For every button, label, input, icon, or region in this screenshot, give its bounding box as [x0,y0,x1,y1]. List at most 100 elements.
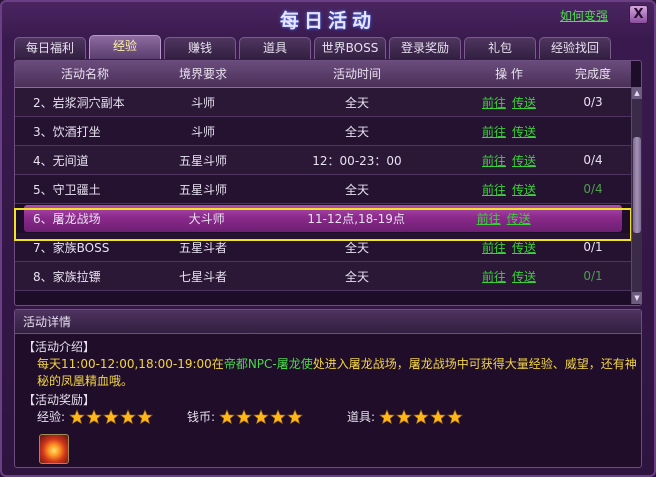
row-requirement: 五星斗师 [178,153,227,168]
row-completion: 0/4 [583,153,603,167]
row-completion: 0/1 [583,269,603,283]
row-completion: 0/4 [583,182,603,196]
close-icon: X [633,7,644,22]
row-requirement: 七星斗者 [178,269,227,284]
row-completion: 0/3 [583,95,603,109]
header-name: 活动名称 [60,67,109,81]
row-time: 12：00-23：00 [312,153,402,168]
star-rating [69,408,154,425]
row-requirement: 斗师 [190,95,215,110]
phoenix-blood-icon[interactable] [39,434,69,464]
go-link[interactable]: 前往 [482,152,506,169]
row-name: 5、守卫疆土 [33,182,101,197]
scroll-thumb[interactable] [633,137,641,233]
row-time: 11-12点,18-19点 [307,212,405,226]
daily-activity-window: 每日活动 如何变强 X 每日福利 经验 赚钱 道具 世界BOSS 登录奖励 礼包… [0,0,656,477]
tab-gift-pack[interactable]: 礼包 [464,37,536,59]
tab-earn-money[interactable]: 赚钱 [164,37,236,59]
title-bar[interactable]: 每日活动 如何变强 X [2,2,654,32]
star-icon [236,408,253,425]
table-row[interactable]: 4、无间道 五星斗师 12：00-23：00 前往 传送 0/4 [15,146,631,175]
row-requirement: 五星斗者 [178,240,227,255]
go-link[interactable]: 前往 [482,181,506,198]
table-row[interactable]: 8、家族拉镖 七星斗者 全天 前往 传送 0/1 [15,262,631,291]
go-link[interactable]: 前往 [477,210,501,227]
tab-exp-recovery[interactable]: 经验找回 [539,37,611,59]
row-name: 4、无间道 [33,153,89,168]
star-icon [103,408,120,425]
window-title: 每日活动 [279,10,376,32]
intro-title: 【活动介绍】 [23,340,96,354]
teleport-link[interactable]: 传送 [512,239,536,256]
reward-row: 经验: 钱币: 道具: [37,408,637,426]
row-name: 7、家族BOSS [33,240,110,255]
star-icon [430,408,447,425]
detail-header: 活动详情 [15,310,641,334]
header-time: 活动时间 [332,67,381,81]
row-time: 全天 [344,124,369,139]
table-row[interactable]: 2、岩浆洞穴副本 斗师 全天 前往 传送 0/3 [15,88,631,117]
teleport-link[interactable]: 传送 [512,181,536,198]
reward-label: 钱币: [187,410,216,424]
table-scrollbar[interactable]: ▲ ▼ [631,87,642,304]
teleport-link[interactable]: 传送 [512,94,536,111]
header-operation: 操 作 [495,67,523,81]
table-row[interactable]: 5、守卫疆土 五星斗师 全天 前往 传送 0/4 [15,175,631,204]
go-link[interactable]: 前往 [482,268,506,285]
tab-world-boss[interactable]: 世界BOSS [314,37,386,59]
star-icon [379,408,396,425]
row-name: 8、家族拉镖 [33,269,101,284]
row-requirement: 大斗师 [188,212,225,226]
npc-name: 帝都NPC-屠龙使 [223,357,313,371]
tab-bar: 每日福利 经验 赚钱 道具 世界BOSS 登录奖励 礼包 经验找回 [14,35,614,59]
close-button[interactable]: X [629,5,648,24]
header-completion: 完成度 [574,67,611,81]
table-header: 活动名称 境界要求 活动时间 操 作 完成度 [15,61,631,88]
star-icon [253,408,270,425]
desc-text: 每天11:00-12:00,18:00-19:00在 [37,357,224,371]
star-icon [447,408,464,425]
reward-label: 道具: [347,410,376,424]
row-time: 全天 [344,182,369,197]
row-requirement: 斗师 [190,124,215,139]
row-name: 6、屠龙战场 [33,212,101,226]
table-row[interactable]: 3、饮酒打坐 斗师 全天 前往 传送 [15,117,631,146]
star-icon [396,408,413,425]
scroll-up-icon[interactable]: ▲ [632,87,642,99]
reward-item: 道具: [347,408,464,425]
go-link[interactable]: 前往 [482,123,506,140]
star-icon [270,408,287,425]
star-icon [86,408,103,425]
table-row-selected[interactable]: 6、屠龙战场 大斗师 11-12点,18-19点 前往 传送 [24,205,622,232]
table-row[interactable]: 7、家族BOSS 五星斗者 全天 前往 传送 0/1 [15,233,631,262]
star-icon [120,408,137,425]
reward-title: 【活动奖励】 [23,393,96,407]
tab-daily-welfare[interactable]: 每日福利 [14,37,86,59]
star-icon [413,408,430,425]
detail-panel: 活动详情 【活动介绍】 每天11:00-12:00,18:00-19:00在帝都… [14,309,642,468]
activity-table: 活动名称 境界要求 活动时间 操 作 完成度 2、岩浆洞穴副本 斗师 全天 前往… [14,60,642,306]
go-link[interactable]: 前往 [482,239,506,256]
teleport-link[interactable]: 传送 [512,152,536,169]
star-icon [69,408,86,425]
scroll-down-icon[interactable]: ▼ [632,292,642,304]
row-time: 全天 [344,269,369,284]
table-body: 2、岩浆洞穴副本 斗师 全天 前往 传送 0/3 3、饮酒打坐 斗师 全天 前往传… [15,88,631,305]
go-link[interactable]: 前往 [482,94,506,111]
reward-coin: 钱币: [187,408,304,425]
reward-label: 经验: [37,410,66,424]
row-name: 2、岩浆洞穴副本 [33,95,125,110]
star-rating [219,408,304,425]
teleport-link[interactable]: 传送 [507,210,531,227]
activity-description: 每天11:00-12:00,18:00-19:00在帝都NPC-屠龙使处进入屠龙… [37,356,637,390]
tab-login-reward[interactable]: 登录奖励 [389,37,461,59]
row-requirement: 五星斗师 [178,182,227,197]
row-time: 全天 [344,95,369,110]
howto-link[interactable]: 如何变强 [560,7,608,24]
teleport-link[interactable]: 传送 [512,123,536,140]
reward-exp: 经验: [37,408,154,425]
teleport-link[interactable]: 传送 [512,268,536,285]
tab-items[interactable]: 道具 [239,37,311,59]
star-rating [379,408,464,425]
tab-experience[interactable]: 经验 [89,35,161,59]
